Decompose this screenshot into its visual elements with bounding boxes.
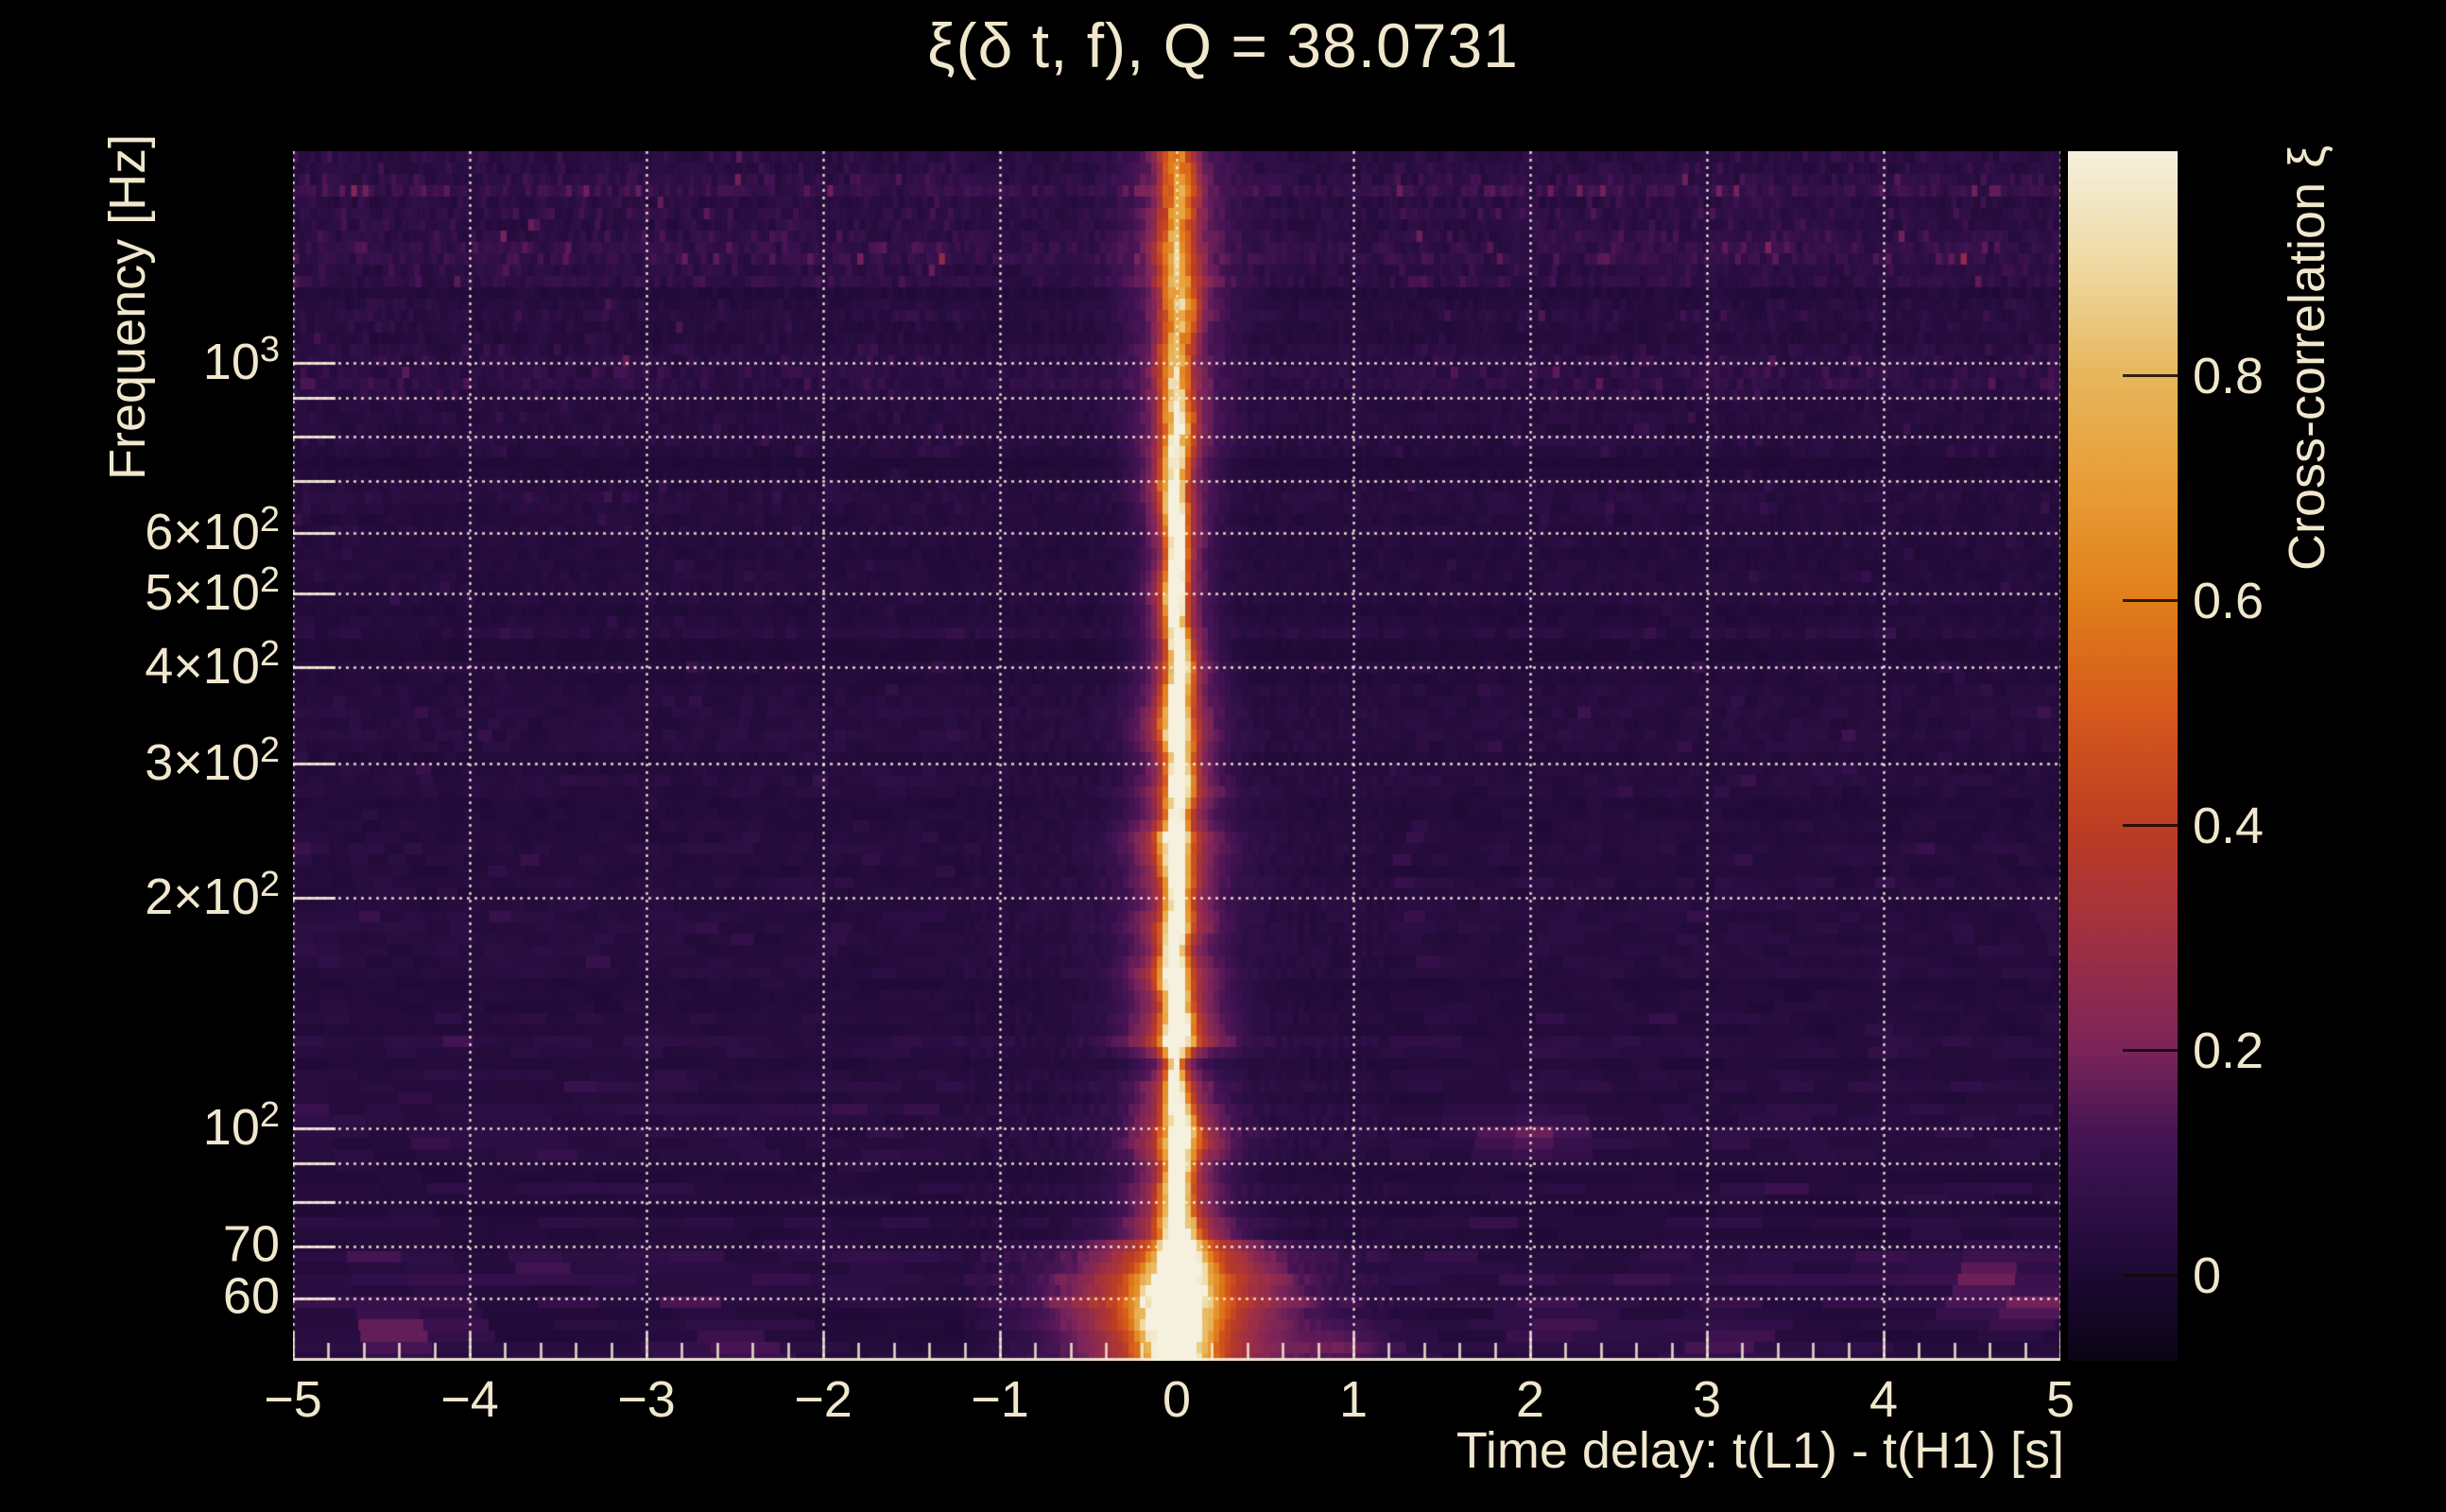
x-tick-label: −2 [794, 1371, 853, 1428]
colorbar-tick-label: 0 [2193, 1246, 2222, 1304]
colorbar [2068, 151, 2178, 1361]
y-tick-label: 4×102 [145, 634, 280, 696]
x-tick-label: −1 [971, 1371, 1029, 1428]
colorbar-tick [2123, 1274, 2178, 1278]
heatmap-canvas [293, 151, 2060, 1361]
x-tick-label: 4 [1869, 1371, 1899, 1428]
x-tick-label: 3 [1692, 1371, 1722, 1428]
x-tick-label: 0 [1162, 1371, 1192, 1428]
y-tick-label: 103 [202, 329, 280, 390]
x-tick-label: −4 [440, 1371, 499, 1428]
colorbar-tick [2123, 374, 2178, 378]
colorbar-title: Cross-correlation ξ [2279, 145, 2335, 571]
colorbar-tick-label: 0.6 [2193, 572, 2265, 629]
figure: ξ(δ t, f), Q = 38.0731 Frequency [Hz] Ti… [0, 0, 2446, 1512]
y-tick-label: 6×102 [145, 499, 280, 560]
x-tick-label: −5 [264, 1371, 322, 1428]
colorbar-tick-label: 0.8 [2193, 347, 2265, 404]
x-tick-label: 5 [2045, 1371, 2076, 1428]
colorbar-tick [2123, 599, 2178, 603]
x-axis-title: Time delay: t(L1) - t(H1) [s] [1456, 1422, 2064, 1479]
colorbar-tick-label: 0.2 [2193, 1022, 2265, 1079]
y-tick-label: 70 [222, 1215, 280, 1273]
x-tick-label: 1 [1338, 1371, 1369, 1428]
y-axis-title: Frequency [Hz] [99, 133, 156, 480]
chart-title: ξ(δ t, f), Q = 38.0731 [927, 10, 1519, 80]
y-tick-label: 5×102 [145, 559, 280, 621]
x-tick-label: −3 [617, 1371, 676, 1428]
y-tick-label: 102 [202, 1094, 280, 1156]
x-tick-label: 2 [1515, 1371, 1545, 1428]
colorbar-tick-label: 0.4 [2193, 797, 2265, 854]
y-tick-label: 3×102 [145, 730, 280, 791]
colorbar-tick [2123, 1049, 2178, 1053]
y-tick-label: 60 [222, 1267, 280, 1325]
y-tick-label: 2×102 [145, 865, 280, 926]
colorbar-tick [2123, 824, 2178, 828]
